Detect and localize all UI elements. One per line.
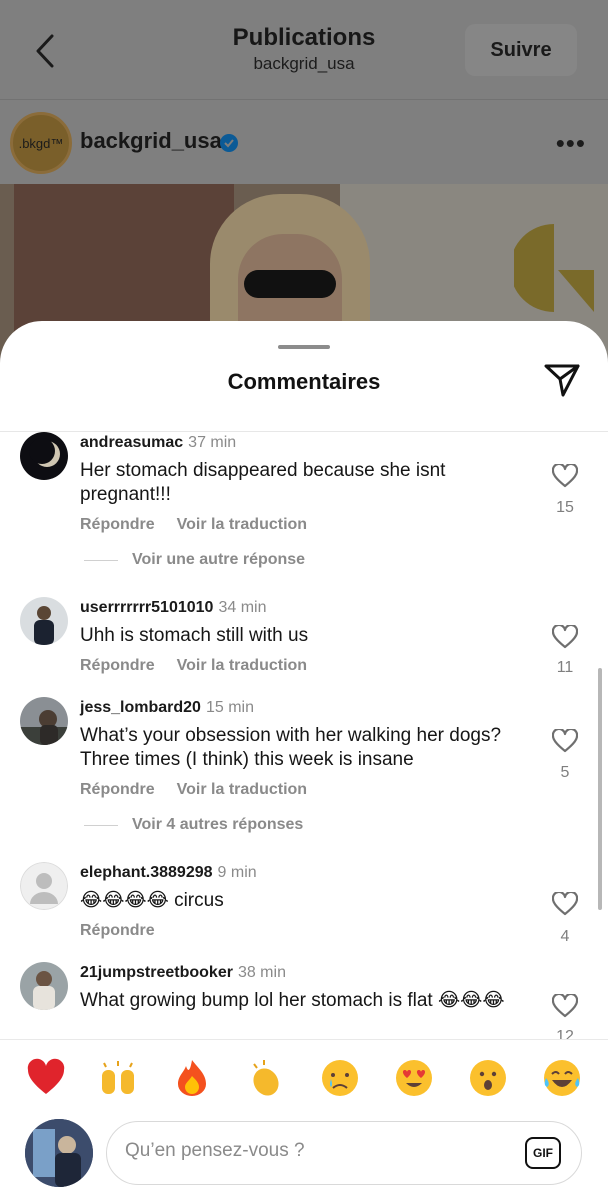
reply-button[interactable]: Répondre <box>80 516 155 533</box>
sheet-drag-handle[interactable] <box>278 345 330 349</box>
see-translation-button[interactable]: Voir la traduction <box>177 657 307 674</box>
like-heart-icon[interactable] <box>552 892 578 916</box>
comment-text: Her stomach disappeared because she isnt… <box>80 460 446 505</box>
view-more-replies-label: Voir 4 autres réponses <box>132 816 304 833</box>
raising-hands-emoji-icon[interactable] <box>98 1058 138 1098</box>
comment-avatar[interactable] <box>20 597 68 645</box>
comment-time: 38 min <box>237 964 286 981</box>
comment-time: 15 min <box>205 699 254 716</box>
comment-avatar[interactable] <box>20 862 68 910</box>
account-username[interactable]: backgrid_usa <box>80 128 222 154</box>
comment-time: 34 min <box>218 599 267 616</box>
like-count: 11 <box>556 659 574 676</box>
comment-avatar[interactable] <box>20 962 68 1010</box>
like-count: 5 <box>560 764 570 781</box>
scrollbar[interactable] <box>598 668 602 910</box>
like-heart-icon[interactable] <box>552 625 578 649</box>
see-translation-button[interactable]: Voir la traduction <box>177 516 307 533</box>
comment-text: What’s your obsession with her walking h… <box>80 725 502 770</box>
replies-line <box>84 824 118 826</box>
photo-sunglasses <box>244 270 336 298</box>
view-more-replies-label: Voir une autre réponse <box>132 551 306 568</box>
comment-text: What growing bump lol her stomach is fla… <box>80 990 505 1011</box>
comments-sheet: Commentaires andreasumac 37 min Her stoma… <box>0 321 608 1200</box>
heart-eyes-emoji-icon[interactable] <box>394 1058 434 1098</box>
verified-badge-icon <box>220 134 238 152</box>
account-avatar[interactable]: .bkgd™ <box>10 112 72 174</box>
comment-avatar[interactable] <box>20 432 68 480</box>
comment-username[interactable]: jess_lombard20 <box>80 699 201 716</box>
more-options-icon[interactable]: ••• <box>556 128 586 159</box>
like-count: 15 <box>556 499 574 516</box>
comments-list[interactable]: andreasumac 37 min Her stomach disappeare… <box>0 432 608 1039</box>
sheet-title: Commentaires <box>227 369 381 394</box>
replies-line <box>84 559 118 561</box>
top-navigation-bar: Publications backgrid_usa Suivre <box>0 0 608 100</box>
current-user-avatar <box>25 1119 93 1187</box>
reply-button[interactable]: Répondre <box>80 657 155 674</box>
share-icon[interactable] <box>543 362 581 398</box>
surprised-face-emoji-icon[interactable] <box>468 1058 508 1098</box>
comment-time: 9 min <box>217 864 257 881</box>
like-heart-icon[interactable] <box>552 994 578 1018</box>
clapping-hands-emoji-icon[interactable] <box>246 1058 286 1098</box>
gif-button[interactable]: GIF <box>525 1137 561 1169</box>
comment-composer: GIF <box>0 1119 608 1200</box>
comment-username[interactable]: 21jumpstreetbooker <box>80 964 233 981</box>
tears-of-joy-emoji-icon[interactable] <box>542 1058 582 1098</box>
comment-input[interactable] <box>125 1140 515 1162</box>
see-translation-button[interactable]: Voir la traduction <box>177 781 307 798</box>
comment-username[interactable]: elephant.3889298 <box>80 864 213 881</box>
comment-avatar[interactable] <box>20 697 68 745</box>
heart-emoji-icon[interactable] <box>26 1058 66 1098</box>
like-heart-icon[interactable] <box>552 729 578 753</box>
comment-username[interactable]: userrrrrrr5101010 <box>80 599 213 616</box>
comment-input-container: GIF <box>106 1121 582 1185</box>
comment-text: 😂😂😂😂 circus <box>80 890 224 911</box>
view-more-replies-button[interactable]: Voir une autre réponse <box>84 551 384 569</box>
comment-time: 37 min <box>188 434 237 451</box>
quick-reactions-bar <box>0 1039 608 1119</box>
watermark-logo-icon <box>514 224 594 312</box>
reply-button[interactable]: Répondre <box>80 922 155 939</box>
fire-emoji-icon[interactable] <box>172 1058 212 1098</box>
follow-button[interactable]: Suivre <box>465 24 577 76</box>
reply-button[interactable]: Répondre <box>80 781 155 798</box>
comment-text: Uhh is stomach still with us <box>80 625 309 646</box>
like-count: 12 <box>556 1028 574 1039</box>
like-count: 4 <box>560 928 570 945</box>
comment-username[interactable]: andreasumac <box>80 434 183 451</box>
like-heart-icon[interactable] <box>552 464 578 488</box>
view-more-replies-button[interactable]: Voir 4 autres réponses <box>84 816 384 834</box>
crying-face-emoji-icon[interactable] <box>320 1058 360 1098</box>
